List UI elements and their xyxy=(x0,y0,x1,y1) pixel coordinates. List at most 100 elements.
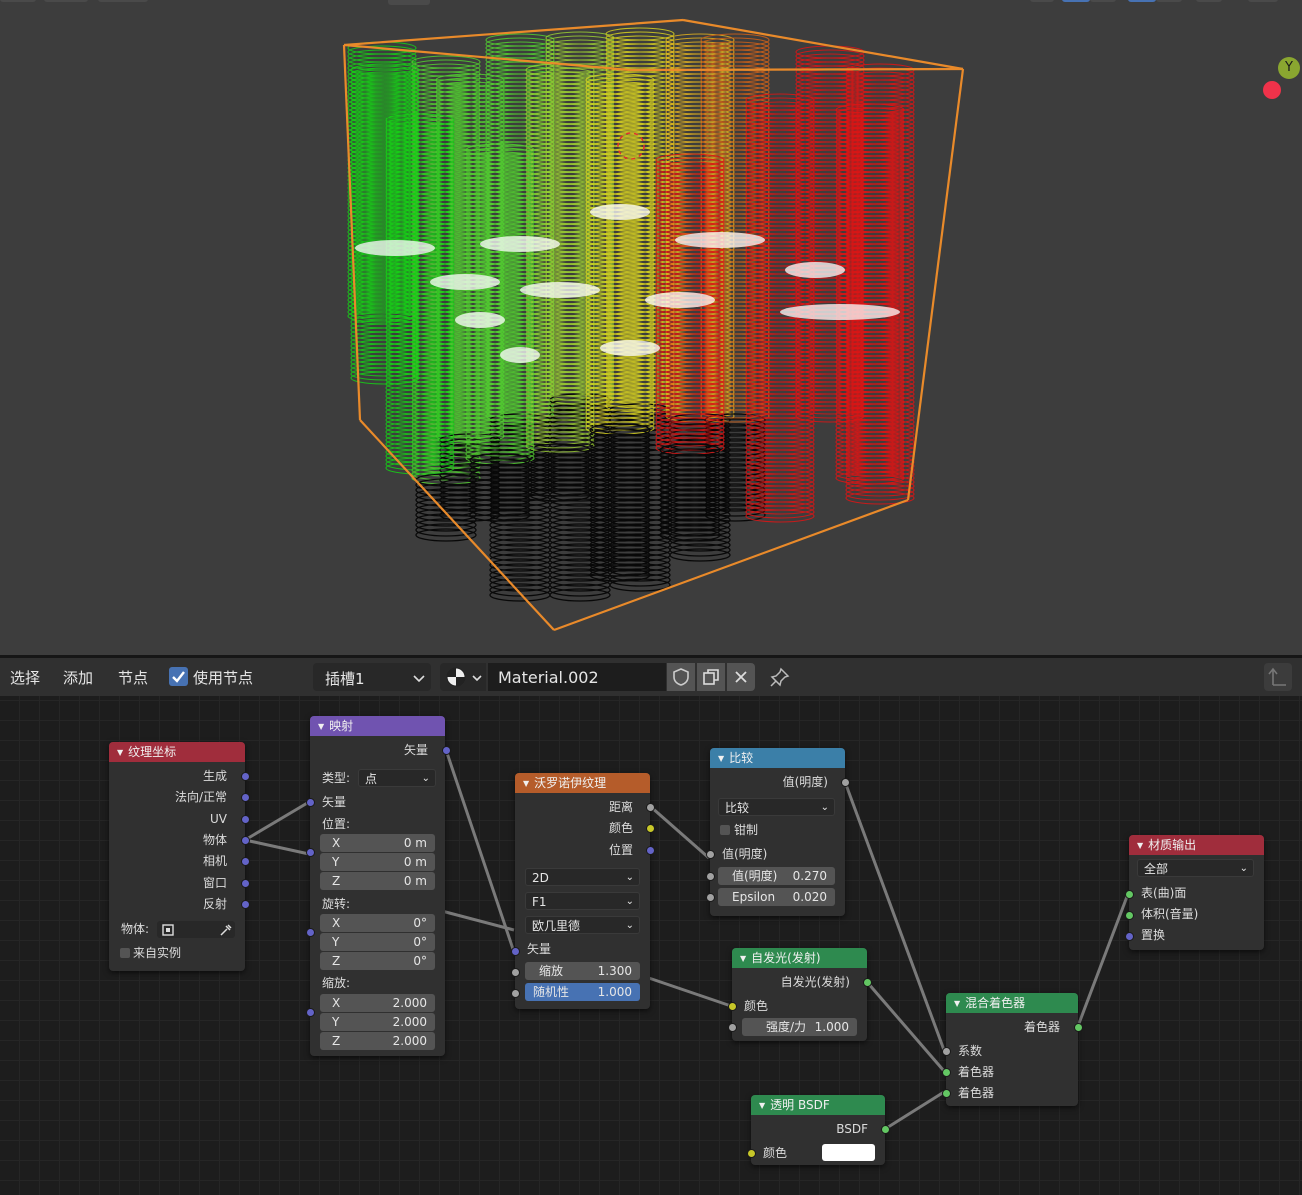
fake-user-button[interactable] xyxy=(667,663,695,691)
socket-color[interactable] xyxy=(646,824,655,833)
node-header[interactable]: ▼ 纹理坐标 xyxy=(109,742,245,762)
color-swatch[interactable] xyxy=(822,1144,875,1161)
object-picker[interactable] xyxy=(157,921,235,938)
voronoi-texture-node[interactable]: ▼ 沃罗诺伊纹理 距离 颜色 位置 2D ⌄ F1 ⌄ 欧几里德 ⌄ 矢量 缩放 1.30… xyxy=(511,773,655,1009)
location-z-field[interactable]: Z0 m xyxy=(320,872,435,890)
pin-button[interactable] xyxy=(766,663,794,691)
use-nodes-checkbox[interactable] xyxy=(169,667,188,686)
socket-scale[interactable] xyxy=(511,968,520,977)
node-header[interactable]: ▼ 沃罗诺伊纹理 xyxy=(515,773,650,793)
value-b-field[interactable]: 值(明度) 0.270 xyxy=(718,867,835,885)
socket-shader-a[interactable] xyxy=(942,1068,951,1077)
socket-vector-in[interactable] xyxy=(306,798,315,807)
socket-reflection[interactable] xyxy=(241,900,250,909)
socket-vector-in[interactable] xyxy=(511,947,520,956)
output-object: 物体 xyxy=(202,833,227,847)
operation-dropdown[interactable]: 比较 ⌄ xyxy=(718,798,835,816)
target-dropdown[interactable]: 全部 ⌄ xyxy=(1137,859,1254,877)
socket-distance[interactable] xyxy=(646,803,655,812)
rotation-z-field[interactable]: Z 0° xyxy=(320,952,435,970)
scale-z-field[interactable]: Z 2.000 xyxy=(320,1032,435,1050)
socket-factor[interactable] xyxy=(942,1047,951,1056)
x-axis-gizmo[interactable] xyxy=(1263,81,1281,99)
randomness-slider[interactable]: 随机性 1.000 xyxy=(525,983,640,1001)
emission-node[interactable]: ▼ 自发光(发射) 自发光(发射) 颜色 强度/力 1.000 xyxy=(728,948,872,1041)
node-header[interactable]: ▼ 自发光(发射) xyxy=(732,948,867,968)
strength-field[interactable]: 强度/力 1.000 xyxy=(742,1018,857,1036)
material-name-field[interactable]: Material.002 xyxy=(488,663,666,691)
socket-displacement[interactable] xyxy=(1125,932,1134,941)
socket-color-in[interactable] xyxy=(728,1002,737,1011)
rotation-x-field[interactable]: X 0° xyxy=(320,914,435,932)
viewport-toggle xyxy=(1030,0,1054,2)
from-instancer-checkbox[interactable] xyxy=(120,948,130,958)
material-output-node[interactable]: ▼ 材质输出 全部 ⌄ 表(曲)面 体积(音量) 置换 xyxy=(1125,835,1264,950)
socket-volume[interactable] xyxy=(1125,911,1134,920)
scale-label: 缩放: xyxy=(322,976,351,990)
type-value: 点 xyxy=(365,772,378,786)
socket-position[interactable] xyxy=(646,846,655,855)
slot-dropdown[interactable]: 插槽1 xyxy=(313,663,431,691)
rotation-y-field[interactable]: Y 0° xyxy=(320,933,435,951)
socket-value-out[interactable] xyxy=(841,778,850,787)
node-editor-canvas[interactable]: ▼ 纹理坐标 生成 法向/正常 UV 物体 相机 窗口 反射 物体: 来自实例 ▼… xyxy=(0,696,1302,1195)
socket-shader-b[interactable] xyxy=(942,1089,951,1098)
socket-emission-out[interactable] xyxy=(863,978,872,987)
distance-metric-dropdown[interactable]: 欧几里德 ⌄ xyxy=(525,916,640,934)
factor-label: 系数 xyxy=(958,1044,983,1058)
socket-value-b[interactable] xyxy=(706,872,715,881)
dimensions-dropdown[interactable]: 2D ⌄ xyxy=(525,868,640,886)
3d-viewport[interactable]: Y xyxy=(0,0,1302,655)
mapping-node[interactable]: ▼ 映射 矢量 类型: 点 ⌄ 矢量 位置: X0 m Y0 m Z0 m 旋转: … xyxy=(306,716,451,1056)
node-header[interactable]: ▼ 混合着色器 xyxy=(946,993,1078,1013)
node-header[interactable]: ▼ 透明 BSDF xyxy=(751,1095,885,1115)
socket-surface[interactable] xyxy=(1125,890,1134,899)
unlink-material-button[interactable] xyxy=(727,663,755,691)
menu-select[interactable]: 选择 xyxy=(10,667,40,688)
socket-strength[interactable] xyxy=(728,1023,737,1032)
scale-y-field[interactable]: Y 2.000 xyxy=(320,1013,435,1031)
node-header[interactable]: ▼ 映射 xyxy=(310,716,445,736)
menu-add[interactable]: 添加 xyxy=(63,667,93,688)
feature-dropdown[interactable]: F1 ⌄ xyxy=(525,892,640,910)
node-header[interactable]: ▼ 材质输出 xyxy=(1129,835,1264,855)
socket-rotation[interactable] xyxy=(306,928,315,937)
socket-uv[interactable] xyxy=(241,815,250,824)
node-title: 比较 xyxy=(729,751,754,765)
socket-object[interactable] xyxy=(241,836,250,845)
scale-x-field[interactable]: X 2.000 xyxy=(320,994,435,1012)
transparent-bsdf-node[interactable]: ▼ 透明 BSDF BSDF 颜色 xyxy=(747,1095,890,1165)
viewport-toggle xyxy=(1248,0,1278,2)
socket-shader-out[interactable] xyxy=(1074,1023,1083,1032)
parent-node-tree-button[interactable] xyxy=(1264,663,1292,691)
y-axis-gizmo[interactable]: Y xyxy=(1278,57,1300,79)
checkmark-icon xyxy=(172,671,185,683)
socket-normal[interactable] xyxy=(241,793,250,802)
viewport-toggle xyxy=(1156,0,1182,2)
location-x-field[interactable]: X0 m xyxy=(320,834,435,852)
clamp-checkbox[interactable] xyxy=(720,825,730,835)
shield-icon xyxy=(673,668,689,686)
menu-node[interactable]: 节点 xyxy=(118,667,148,688)
socket-scale[interactable] xyxy=(306,1008,315,1017)
location-y-field[interactable]: Y0 m xyxy=(320,853,435,871)
socket-generated[interactable] xyxy=(241,772,250,781)
socket-value-in[interactable] xyxy=(706,850,715,859)
socket-location[interactable] xyxy=(306,848,315,857)
epsilon-field[interactable]: Epsilon 0.020 xyxy=(718,888,835,906)
duplicate-material-button[interactable] xyxy=(697,663,725,691)
socket-randomness[interactable] xyxy=(511,989,520,998)
socket-color-in[interactable] xyxy=(747,1149,756,1158)
socket-bsdf-out[interactable] xyxy=(881,1125,890,1134)
texture-coordinate-node[interactable]: ▼ 纹理坐标 生成 法向/正常 UV 物体 相机 窗口 反射 物体: 来自实例 xyxy=(109,742,250,971)
socket-epsilon[interactable] xyxy=(706,893,715,902)
node-header[interactable]: ▼ 比较 xyxy=(710,748,845,768)
socket-camera[interactable] xyxy=(241,857,250,866)
scale-field[interactable]: 缩放 1.300 xyxy=(525,962,640,980)
compare-node[interactable]: ▼ 比较 值(明度) 比较 ⌄ 钳制 值(明度) 值(明度) 0.270 Epsilo… xyxy=(706,748,850,916)
material-browse-button[interactable] xyxy=(440,663,486,691)
socket-window[interactable] xyxy=(241,879,250,888)
type-dropdown[interactable]: 点 ⌄ xyxy=(358,769,436,787)
mix-shader-node[interactable]: ▼ 混合着色器 着色器 系数 着色器 着色器 xyxy=(942,993,1083,1106)
socket-vector-out[interactable] xyxy=(442,746,451,755)
